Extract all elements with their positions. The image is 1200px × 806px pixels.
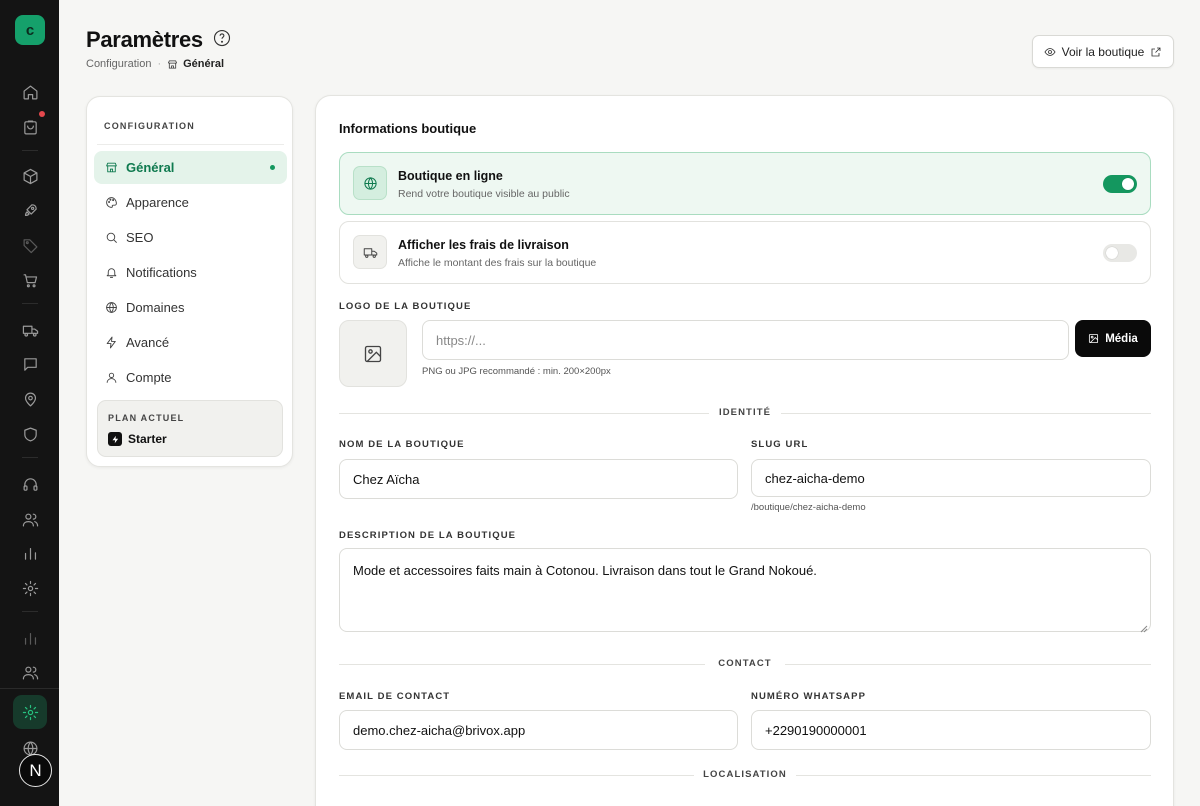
identity-divider: IDENTITÉ: [339, 407, 1151, 419]
settings-gear-icon[interactable]: [13, 695, 47, 729]
view-store-label: Voir la boutique: [1061, 44, 1145, 59]
tag-icon[interactable]: [18, 233, 42, 257]
logo-url-input[interactable]: https://...: [422, 320, 1069, 360]
breadcrumb-current: Général: [167, 58, 224, 70]
online-store-row[interactable]: Boutique en ligne Rend votre boutique vi…: [339, 152, 1151, 215]
nav-item-label: Notifications: [126, 265, 197, 280]
nav-item-label: Domaines: [126, 300, 185, 315]
bell-icon: [106, 268, 117, 278]
image-icon: [1089, 333, 1099, 344]
store-icon: [168, 59, 178, 69]
orders-icon[interactable]: [18, 115, 42, 139]
current-plan-card: PLAN ACTUEL Starter: [97, 400, 283, 457]
nav-item-label: Compte: [126, 370, 172, 385]
location-pin-icon[interactable]: [18, 387, 42, 411]
shipping-fees-toggle[interactable]: [1103, 244, 1137, 262]
slug-hint: /boutique/chez-aicha-demo: [751, 502, 866, 513]
email-label: EMAIL DE CONTACT: [339, 691, 451, 702]
shipping-fees-row[interactable]: Afficher les frais de livraison Affiche …: [339, 221, 1151, 284]
box-icon[interactable]: [18, 164, 42, 188]
email-input[interactable]: demo.chez-aicha@brivox.app: [339, 710, 738, 750]
media-button-label: Média: [1105, 332, 1138, 345]
online-store-title: Boutique en ligne: [398, 169, 503, 183]
logo-preview[interactable]: [339, 320, 407, 387]
location-divider: LOCALISATION: [339, 769, 1151, 781]
description-textarea[interactable]: Mode et accessoires faits main à Cotonou…: [339, 548, 1151, 633]
nav-item-domains[interactable]: Domaines: [94, 291, 287, 324]
active-indicator: [270, 165, 275, 170]
nav-item-appearance[interactable]: Apparence: [94, 186, 287, 219]
image-icon: [364, 345, 382, 362]
resize-handle-icon[interactable]: [1140, 621, 1148, 633]
online-store-subtitle: Rend votre boutique visible au public: [398, 188, 570, 200]
whatsapp-label: NUMÉRO WHATSAPP: [751, 691, 867, 702]
globe-icon: [353, 166, 387, 200]
breadcrumb-root[interactable]: Configuration: [86, 58, 151, 70]
slug-input[interactable]: chez-aicha-demo: [751, 459, 1151, 497]
avatar[interactable]: N: [19, 754, 52, 787]
nav-item-notifications[interactable]: Notifications: [94, 256, 287, 289]
settings-nav: CONFIGURATION Général Apparence SEO Noti…: [86, 96, 293, 467]
contact-divider: CONTACT: [339, 658, 1151, 670]
bolt-icon: [106, 336, 116, 349]
external-link-icon: [1151, 47, 1161, 56]
app-logo[interactable]: c: [15, 15, 45, 45]
eye-icon: [1044, 47, 1056, 56]
settings-nav-heading: CONFIGURATION: [104, 121, 195, 131]
users-icon[interactable]: [18, 507, 42, 531]
globe-icon: [106, 302, 117, 313]
breadcrumb-separator: ·: [157, 58, 162, 70]
page-title: Paramètres: [86, 27, 203, 52]
shipping-fees-title: Afficher les frais de livraison: [398, 238, 569, 252]
palette-icon: [106, 197, 117, 208]
headset-icon[interactable]: [18, 472, 42, 496]
whatsapp-input[interactable]: +2290190000001: [751, 710, 1151, 750]
team-icon[interactable]: [18, 660, 42, 684]
plan-name: Starter: [108, 432, 167, 446]
store-name-label: NOM DE LA BOUTIQUE: [339, 439, 465, 450]
nav-item-seo[interactable]: SEO: [94, 221, 287, 254]
nav-item-label: Général: [126, 160, 175, 175]
media-button[interactable]: Média: [1075, 320, 1151, 357]
nav-item-account[interactable]: Compte: [94, 361, 287, 394]
analytics-icon[interactable]: [18, 626, 42, 650]
notification-dot: [39, 111, 45, 117]
shield-icon[interactable]: [18, 422, 42, 446]
breadcrumb: Configuration · Général: [86, 58, 224, 70]
nav-item-label: Avancé: [126, 335, 170, 350]
nav-item-label: SEO: [126, 230, 154, 245]
bolt-icon: [108, 432, 122, 446]
slug-label: SLUG URL: [751, 439, 809, 450]
gear-icon[interactable]: [18, 576, 42, 600]
logo-hint: PNG ou JPG recommandé : min. 200×200px: [422, 366, 611, 377]
plan-label: PLAN ACTUEL: [108, 413, 185, 423]
app-rail: c N: [0, 0, 59, 806]
nav-item-label: Apparence: [126, 195, 189, 210]
section-title: Informations boutique: [339, 121, 477, 136]
rocket-icon[interactable]: [18, 198, 42, 222]
truck-icon[interactable]: [18, 318, 42, 342]
breadcrumb-current-label: Général: [183, 58, 225, 70]
online-store-toggle[interactable]: [1103, 175, 1137, 193]
description-text: Mode et accessoires faits main à Cotonou…: [353, 563, 817, 578]
store-icon: [106, 162, 117, 173]
search-icon: [106, 232, 117, 243]
nav-item-general[interactable]: Général: [94, 151, 287, 184]
nav-item-advanced[interactable]: Avancé: [94, 326, 287, 359]
store-name-input[interactable]: Chez Aïcha: [339, 459, 738, 499]
help-circle-icon[interactable]: [213, 29, 231, 47]
view-store-button[interactable]: Voir la boutique: [1032, 35, 1174, 68]
store-info-panel: Informations boutique Boutique en ligne …: [315, 95, 1174, 806]
plan-name-label: Starter: [128, 432, 167, 446]
logo-label: LOGO DE LA BOUTIQUE: [339, 301, 472, 312]
cart-icon[interactable]: [18, 268, 42, 292]
description-label: DESCRIPTION DE LA BOUTIQUE: [339, 530, 517, 541]
shipping-fees-subtitle: Affiche le montant des frais sur la bout…: [398, 257, 597, 269]
truck-icon: [353, 235, 387, 269]
user-icon: [106, 372, 117, 383]
message-icon[interactable]: [18, 352, 42, 376]
bar-chart-icon[interactable]: [18, 541, 42, 565]
home-icon[interactable]: [18, 80, 42, 104]
